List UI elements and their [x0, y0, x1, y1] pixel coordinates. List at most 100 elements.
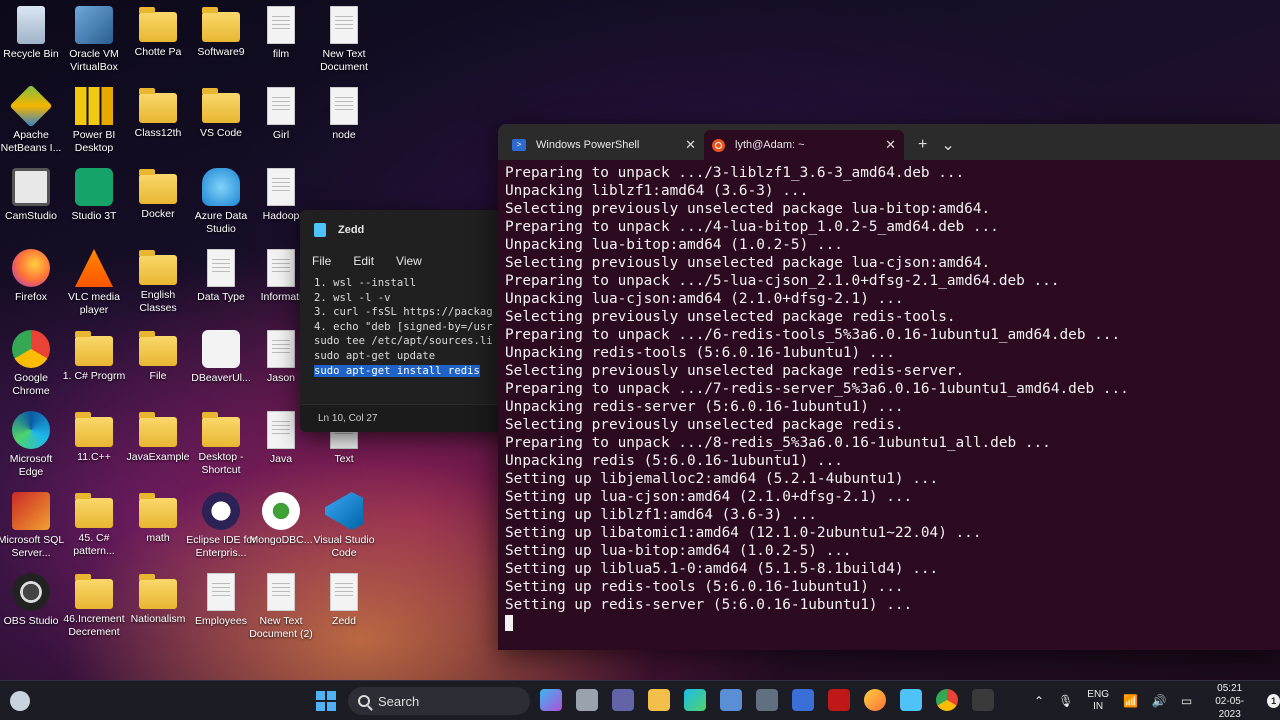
notepad-status-bar: Ln 10, Col 27	[300, 404, 510, 432]
menu-view[interactable]: View	[396, 254, 422, 268]
desktop-icon[interactable]: Zedd	[309, 573, 379, 653]
notepad-icon[interactable]	[900, 689, 922, 711]
desktop-icon-label: MongoDBC...	[249, 534, 313, 546]
desktop-icon-label: Nationalism	[130, 613, 186, 625]
desktop-icon[interactable]: Microsoft Edge	[0, 411, 66, 491]
notepad-text-area[interactable]: 1. wsl --install 2. wsl -l -v 3. curl -fsS…	[300, 272, 510, 402]
terminal-window[interactable]: > Windows PowerShell ✕ lyth@Adam: ~ ✕ + …	[498, 124, 1280, 650]
file-icon	[267, 249, 295, 287]
desktop-icon[interactable]: Recycle Bin	[0, 6, 66, 86]
desktop-icon[interactable]: Power BI Desktop	[59, 87, 129, 167]
desktop-icon[interactable]: Microsoft SQL Server...	[0, 492, 66, 572]
folder-icon	[139, 169, 177, 204]
desktop-icon[interactable]: Firefox	[0, 249, 66, 329]
desktop-icon-label: CamStudio	[5, 210, 57, 222]
desktop-icon[interactable]: Girl	[246, 87, 316, 167]
notepad-selected-text[interactable]: sudo apt-get install redis	[314, 364, 480, 377]
taskbar-search[interactable]: Search	[348, 687, 530, 715]
file-icon	[330, 87, 358, 125]
file-explorer-icon[interactable]	[648, 689, 670, 711]
edge-icon[interactable]	[684, 689, 706, 711]
desktop-icon[interactable]: Visual Studio Code	[309, 492, 379, 572]
firefox-icon[interactable]	[864, 689, 886, 711]
taskbar-apps	[540, 689, 994, 711]
desktop-icon-label: Employees	[195, 615, 247, 627]
desktop-icon-label: Microsoft Edge	[9, 453, 53, 478]
language-indicator[interactable]: ENG IN	[1087, 689, 1109, 713]
volume-icon[interactable]: 🔊	[1152, 694, 1167, 708]
desktop-icon-label: film	[272, 48, 290, 60]
terminal-line: Setting up lua-bitop:amd64 (1.0.2-5) ...	[505, 543, 852, 559]
notepad-icon	[314, 223, 326, 237]
chevron-up-icon[interactable]: ⌃	[1034, 694, 1044, 708]
desktop-icon-label: Class12th	[134, 127, 182, 139]
store-icon[interactable]	[720, 689, 742, 711]
vscode-icon[interactable]	[792, 689, 814, 711]
desktop-icon[interactable]: English Classes	[123, 249, 193, 329]
terminal-icon[interactable]	[972, 689, 994, 711]
folder-icon	[75, 493, 113, 528]
folder-icon	[202, 412, 240, 447]
microphone-icon[interactable]: 🎙	[1058, 694, 1073, 708]
desktop-icon[interactable]: MongoDBC...	[246, 492, 316, 572]
desktop-icon[interactable]: math	[123, 492, 193, 572]
desktop-icon[interactable]: File	[123, 330, 193, 410]
desktop-icon[interactable]: Studio 3T	[59, 168, 129, 248]
desktop-icon[interactable]: Oracle VM VirtualBox	[59, 6, 129, 86]
menu-file[interactable]: File	[312, 254, 331, 268]
mcafee-icon[interactable]	[828, 689, 850, 711]
desktop-icon[interactable]: 45. C# pattern...	[59, 492, 129, 572]
desktop-icon[interactable]: CamStudio	[0, 168, 66, 248]
folder-icon	[75, 331, 113, 366]
terminal-output[interactable]: Preparing to unpack .../3-liblzf1_3.6-3_…	[498, 160, 1280, 632]
menu-edit[interactable]: Edit	[353, 254, 374, 268]
desktop-icon[interactable]: node	[309, 87, 379, 167]
notepad-window[interactable]: Zedd File Edit View 1. wsl --install 2. w…	[300, 210, 510, 432]
desktop-icon-label: New Text Document	[320, 48, 368, 73]
tab-dropdown-button[interactable]: ⌄	[941, 135, 954, 155]
close-icon[interactable]: ✕	[885, 137, 896, 153]
tab-ubuntu[interactable]: lyth@Adam: ~ ✕	[704, 130, 904, 160]
battery-icon[interactable]: ▭	[1181, 694, 1192, 708]
desktop-icon[interactable]: 46.Increment Decrement	[59, 573, 129, 653]
close-icon[interactable]: ✕	[685, 137, 696, 153]
tab-powershell[interactable]: > Windows PowerShell ✕	[504, 130, 704, 160]
new-tab-button[interactable]: +	[918, 136, 927, 154]
desktop-icon[interactable]: Apache NetBeans I...	[0, 84, 66, 167]
desktop-icon[interactable]: film	[246, 6, 316, 86]
notepad-title-bar[interactable]: Zedd	[300, 210, 510, 250]
wifi-icon[interactable]: 📶	[1123, 694, 1138, 708]
terminal-line: Selecting previously unselected package …	[505, 255, 991, 271]
notification-badge[interactable]: 1	[1267, 694, 1280, 708]
desktop-icon[interactable]: Chotte Pa	[123, 6, 193, 86]
desktop-icon[interactable]: Docker	[123, 168, 193, 248]
eclipse-icon	[202, 492, 240, 530]
task-view-icon[interactable]	[576, 689, 598, 711]
copilot-icon[interactable]	[540, 689, 562, 711]
taskbar: Search ⌃ 🎙 ENG IN 📶 🔊 ▭ 05:21 02-05-2023…	[0, 680, 1280, 720]
desktop-icon[interactable]: New Text Document	[309, 6, 379, 86]
app-icon[interactable]	[756, 689, 778, 711]
chrome-icon[interactable]	[936, 689, 958, 711]
desktop-icon-label: Firefox	[14, 291, 48, 303]
desktop-icon-label: Recycle Bin	[3, 48, 59, 60]
desktop-icon[interactable]: Google Chrome	[0, 330, 66, 410]
desktop-icon[interactable]: OBS Studio	[0, 573, 66, 653]
desktop-icon-label: Girl	[272, 129, 290, 141]
desktop-icon[interactable]: VLC media player	[59, 249, 129, 329]
desktop-icon[interactable]: Class12th	[123, 87, 193, 167]
terminal-line: Preparing to unpack .../3-liblzf1_3.6-3_…	[505, 165, 965, 181]
weather-widget-icon[interactable]	[10, 691, 30, 711]
desktop-icon[interactable]: JavaExample	[123, 411, 193, 491]
start-button[interactable]	[316, 691, 336, 711]
desktop-icon[interactable]: Nationalism	[123, 573, 193, 653]
teams-icon[interactable]	[612, 689, 634, 711]
desktop-icon-label: Visual Studio Code	[313, 534, 375, 559]
file-icon	[267, 573, 295, 611]
desktop-icon[interactable]: 1. C# Progrm	[59, 330, 129, 410]
desktop-icon[interactable]: 11.C++	[59, 411, 129, 491]
desktop-icon[interactable]: New Text Document (2)	[246, 573, 316, 653]
desktop-icon-label: 1. C# Progrm	[62, 370, 126, 382]
clock[interactable]: 05:21 02-05-2023	[1206, 682, 1253, 720]
studio3t-icon	[75, 168, 113, 206]
